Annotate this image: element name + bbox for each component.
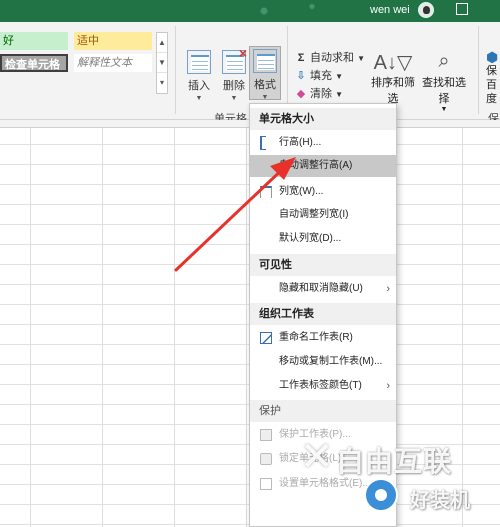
protect-sheet-icon [260,429,272,441]
style-check-cell[interactable]: 检查单元格 [0,54,68,72]
user-name[interactable]: wen wei [370,4,410,16]
chevron-down-icon: ▼ [261,94,269,101]
menu-autofit-column-width-label: 自动调整列宽(I) [279,209,349,220]
fill-label: 填充 [310,70,332,82]
menu-hide-unhide-label: 隐藏和取消隐藏(U) [279,283,363,294]
menu-section-cell-size: 单元格大小 [250,108,396,130]
watermark-x-logo: ✕ [300,435,334,479]
column-width-icon [260,186,272,198]
delete-cells-icon [222,45,247,74]
fill-down-icon: ⇩ [296,70,306,82]
menu-column-width-label: 列宽(W)... [279,186,324,197]
menu-hide-unhide[interactable]: 隐藏和取消隐藏(U) › [250,278,396,300]
format-cells-icon [253,49,277,73]
menu-default-width[interactable]: 默认列宽(D)... [250,228,396,250]
excel-window: wen wei 好 适中 检查单元格 解释性文本 ▲ ▼ ▾ 插入 ▼ 删除 ▼… [0,0,500,527]
menu-rename-sheet[interactable]: 重命名工作表(R) [250,327,396,349]
watermark: ✕ 自由互联 好装机 [300,430,500,527]
clear-label: 清除 [310,88,332,100]
sort-filter-label: 排序和筛选 [371,77,415,105]
menu-default-width-label: 默认列宽(D)... [279,233,342,244]
menu-tab-color-label: 工作表标签颜色(T) [279,380,362,391]
chevron-down-icon: ▼ [230,95,238,102]
menu-rename-sheet-label: 重命名工作表(R) [279,332,353,343]
sort-filter-icon: A↓▽ [373,52,413,74]
magnifier-icon: ⌕ [438,50,450,72]
gallery-down-icon[interactable]: ▼ [157,53,167,73]
restore-window-icon[interactable] [456,3,468,15]
partial-save-button[interactable]: ⬢ 保 百度 [486,50,500,106]
format-button[interactable]: 格式 ▼ [249,46,281,101]
styles-gallery-scroll[interactable]: ▲ ▼ ▾ [156,32,168,94]
user-avatar-icon[interactable] [418,2,434,18]
eraser-icon: ◆ [296,88,306,100]
ribbon-separator [478,26,479,114]
delete-label: 删除 [223,80,245,92]
watermark-circle-logo [364,478,398,512]
menu-autofit-row-height[interactable]: 自动调整行高(A) [250,155,396,177]
rename-sheet-icon [260,332,272,344]
fill-button[interactable]: ⇩ 填充 ▼ [295,68,343,84]
watermark-brand2: 好装机 [410,490,470,512]
ribbon-separator [175,26,176,114]
menu-autofit-row-height-label: 自动调整行高(A) [279,160,353,171]
insert-label: 插入 [188,80,210,92]
autosum-label: 自动求和 [310,52,354,64]
submenu-arrow-icon: › [386,283,390,295]
lock-icon [260,453,272,465]
find-select-button[interactable]: ⌕ 查找和选择 ▼ [418,50,470,113]
format-label: 格式 [254,79,276,91]
title-bar: wen wei [0,0,500,22]
clear-button[interactable]: ◆ 清除 ▼ [295,86,343,102]
style-explanatory[interactable]: 解释性文本 [74,54,152,72]
gallery-up-icon[interactable]: ▲ [157,33,167,53]
delete-button[interactable]: 删除 ▼ [218,45,250,102]
menu-section-visibility: 可见性 [250,254,396,276]
menu-row-height-label: 行高(H)... [279,137,322,148]
row-height-icon [260,136,272,149]
menu-column-width[interactable]: 列宽(W)... [250,181,396,203]
menu-section-organize: 组织工作表 [250,303,396,325]
submenu-arrow-icon: › [386,380,390,392]
gallery-more-icon[interactable]: ▾ [157,73,167,93]
cloud-save-icon: ⬢ [486,49,499,65]
menu-move-copy-sheet-label: 移动或复制工作表(M)... [279,356,383,367]
titlebar-decoration [240,0,360,22]
style-good[interactable]: 好 [0,32,68,50]
chevron-down-icon: ▼ [440,106,448,113]
menu-row-height[interactable]: 行高(H)... [250,132,396,154]
autosum-button[interactable]: Σ 自动求和 ▼ [295,50,365,66]
watermark-brand1: 自由互联 [336,446,453,477]
chevron-down-icon: ▼ [195,95,203,102]
style-neutral[interactable]: 适中 [74,32,152,50]
partial-label-2: 百度 [486,79,497,105]
menu-move-copy-sheet[interactable]: 移动或复制工作表(M)... [250,351,396,373]
insert-cells-icon [187,50,211,74]
ribbon-separator [287,26,288,114]
partial-label: 保 [486,65,497,77]
menu-autofit-column-width[interactable]: 自动调整列宽(I) [250,204,396,226]
menu-section-protection: 保护 [250,400,396,422]
insert-button[interactable]: 插入 ▼ [183,50,215,102]
find-select-label: 查找和选择 [422,77,466,105]
sigma-icon: Σ [297,52,305,64]
format-cells-dialog-icon [260,478,272,490]
menu-tab-color[interactable]: 工作表标签颜色(T) › [250,375,396,397]
